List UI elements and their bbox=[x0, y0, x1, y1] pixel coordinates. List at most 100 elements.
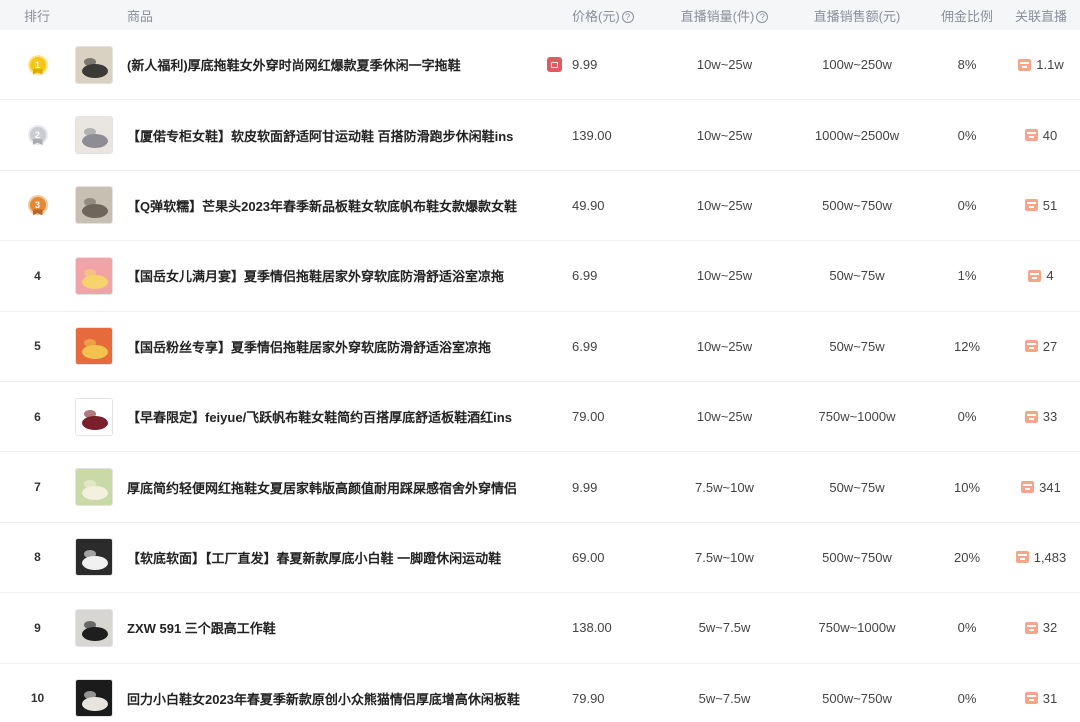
live-stream-icon bbox=[1024, 692, 1038, 705]
price: 79.00 bbox=[572, 409, 605, 425]
table-row[interactable]: 4 【国岳女儿满月宴】夏季情侣拖鞋居家外穿软底防滑舒适浴室凉拖 6.99 10w… bbox=[0, 241, 1080, 312]
rank-number: 6 bbox=[34, 409, 41, 424]
rank-number: 9 bbox=[34, 620, 41, 635]
price: 9.99 bbox=[572, 57, 598, 73]
header-rank: 排行 bbox=[24, 8, 51, 24]
commission-rate: 0% bbox=[957, 197, 977, 213]
product-thumbnail[interactable] bbox=[75, 538, 113, 577]
commission-rate: 20% bbox=[953, 549, 981, 565]
product-name[interactable]: 【国岳女儿满月宴】夏季情侣拖鞋居家外穿软底防滑舒适浴室凉拖 bbox=[127, 266, 504, 285]
price: 139.00 bbox=[572, 127, 612, 143]
gmv-range: 750w~1000w bbox=[818, 620, 896, 636]
rank-number: 8 bbox=[34, 550, 41, 565]
gmv-range: 500w~750w bbox=[822, 197, 892, 213]
header-commission[interactable]: 佣金比例 bbox=[932, 6, 1002, 25]
product-thumbnail[interactable] bbox=[75, 468, 113, 507]
related-live[interactable]: 27 bbox=[1002, 339, 1080, 354]
gmv-range: 100w~250w bbox=[822, 57, 892, 73]
sales-range: 10w~25w bbox=[696, 268, 753, 284]
product-name[interactable]: 回力小白鞋女2023年春夏季新款原创小众熊猫情侣厚底增高休闲板鞋 bbox=[127, 689, 520, 708]
product-thumbnail[interactable] bbox=[75, 116, 113, 155]
price: 9.99 bbox=[572, 479, 598, 495]
sales-range: 5w~7.5w bbox=[698, 620, 751, 636]
product-name[interactable]: 厚底简约轻便网红拖鞋女夏居家韩版高颜值耐用踩屎感宿舍外穿情侣 bbox=[127, 478, 517, 497]
product-name[interactable]: 【国岳粉丝专享】夏季情侣拖鞋居家外穿软底防滑舒适浴室凉拖 bbox=[127, 337, 491, 356]
silver-medal-icon: 2 bbox=[29, 125, 46, 146]
header-sales[interactable]: 直播销量(件)? bbox=[667, 6, 782, 25]
related-live[interactable]: 51 bbox=[1002, 198, 1080, 213]
related-live[interactable]: 4 bbox=[1002, 268, 1080, 283]
product-thumbnail[interactable] bbox=[75, 327, 113, 366]
rank-number: 7 bbox=[34, 480, 41, 495]
price: 69.00 bbox=[572, 549, 605, 565]
live-stream-icon bbox=[1024, 129, 1038, 142]
related-live[interactable]: 33 bbox=[1002, 409, 1080, 424]
product-thumbnail[interactable] bbox=[75, 397, 113, 436]
table-row[interactable]: 2 【厦偌专柜女鞋】软皮软面舒适阿甘运动鞋 百搭防滑跑步休闲鞋ins 139.0… bbox=[0, 100, 1080, 171]
live-stream-icon bbox=[1018, 58, 1032, 71]
sales-range: 7.5w~10w bbox=[695, 549, 754, 565]
gmv-range: 500w~750w bbox=[822, 690, 892, 706]
commission-rate: 8% bbox=[957, 57, 977, 73]
live-stream-icon bbox=[1024, 199, 1038, 212]
product-thumbnail[interactable] bbox=[75, 256, 113, 295]
header-price[interactable]: 价格(元)? bbox=[572, 6, 667, 25]
price: 6.99 bbox=[572, 338, 598, 354]
table-row[interactable]: 7 厚底简约轻便网红拖鞋女夏居家韩版高颜值耐用踩屎感宿舍外穿情侣 9.99 7.… bbox=[0, 452, 1080, 523]
table-row[interactable]: 8 【软底软面】【工厂直发】春夏新款厚底小白鞋 一脚蹬休闲运动鞋 69.00 7… bbox=[0, 522, 1080, 594]
commission-rate: 10% bbox=[953, 479, 981, 495]
live-stream-icon bbox=[1028, 269, 1042, 282]
product-name[interactable]: ZXW 591 三个跟高工作鞋 bbox=[127, 618, 276, 637]
table-row[interactable]: 3 【Q弹软糯】芒果头2023年春季新品板鞋女软底帆布鞋女款爆款女鞋 49.90… bbox=[0, 170, 1080, 242]
rank-number: 5 bbox=[34, 339, 41, 354]
live-stream-icon bbox=[1021, 481, 1035, 494]
live-stream-icon bbox=[1015, 551, 1029, 564]
gmv-range: 50w~75w bbox=[829, 268, 885, 284]
help-icon[interactable]: ? bbox=[756, 10, 769, 23]
related-live[interactable]: 40 bbox=[1002, 128, 1080, 143]
product-name[interactable]: 【早春限定】feiyue/飞跃帆布鞋女鞋简约百搭厚底舒适板鞋酒红ins bbox=[127, 407, 512, 426]
product-thumbnail[interactable] bbox=[75, 186, 113, 225]
product-thumbnail[interactable] bbox=[75, 679, 113, 718]
sales-range: 10w~25w bbox=[696, 409, 753, 425]
header-gmv[interactable]: 直播销售额(元) bbox=[782, 6, 932, 25]
related-live[interactable]: 31 bbox=[1002, 691, 1080, 706]
table-header: 排行 商品 价格(元)? 直播销量(件)? 直播销售额(元) 佣金比例 关联直播 bbox=[0, 0, 1080, 30]
table-row[interactable]: 1 (新人福利)厚底拖鞋女外穿时尚网红爆款夏季休闲一字拖鞋 9.99 10w~2… bbox=[0, 30, 1080, 101]
product-name[interactable]: (新人福利)厚底拖鞋女外穿时尚网红爆款夏季休闲一字拖鞋 bbox=[127, 55, 461, 74]
table-row[interactable]: 5 【国岳粉丝专享】夏季情侣拖鞋居家外穿软底防滑舒适浴室凉拖 6.99 10w~… bbox=[0, 311, 1080, 382]
table-row[interactable]: 9 ZXW 591 三个跟高工作鞋 138.00 5w~7.5w 750w~10… bbox=[0, 593, 1080, 664]
live-stream-icon bbox=[1024, 340, 1038, 353]
bronze-medal-icon: 3 bbox=[29, 195, 46, 216]
commission-rate: 12% bbox=[953, 338, 981, 354]
product-name[interactable]: 【Q弹软糯】芒果头2023年春季新品板鞋女软底帆布鞋女款爆款女鞋 bbox=[127, 196, 517, 215]
related-live[interactable]: 341 bbox=[1002, 480, 1080, 495]
header-product: 商品 bbox=[127, 8, 154, 24]
header-live[interactable]: 关联直播 bbox=[1002, 6, 1080, 25]
sales-range: 10w~25w bbox=[696, 338, 753, 354]
sales-range: 7.5w~10w bbox=[695, 479, 754, 495]
sales-range: 10w~25w bbox=[696, 57, 753, 73]
related-live[interactable]: 1,483 bbox=[1002, 550, 1080, 565]
gift-icon bbox=[547, 57, 562, 73]
product-name[interactable]: 【软底软面】【工厂直发】春夏新款厚底小白鞋 一脚蹬休闲运动鞋 bbox=[127, 548, 501, 567]
live-stream-icon bbox=[1024, 410, 1038, 423]
sales-range: 10w~25w bbox=[696, 197, 753, 213]
commission-rate: 0% bbox=[957, 409, 977, 425]
gold-medal-icon: 1 bbox=[29, 55, 46, 75]
related-live[interactable]: 1.1w bbox=[1002, 57, 1080, 72]
gmv-range: 500w~750w bbox=[822, 549, 892, 565]
sales-range: 5w~7.5w bbox=[698, 690, 751, 706]
product-ranking-table: 排行 商品 价格(元)? 直播销量(件)? 直播销售额(元) 佣金比例 关联直播… bbox=[0, 0, 1080, 722]
table-body: 1 (新人福利)厚底拖鞋女外穿时尚网红爆款夏季休闲一字拖鞋 9.99 10w~2… bbox=[0, 30, 1080, 722]
help-icon[interactable]: ? bbox=[621, 10, 634, 23]
rank-number: 4 bbox=[34, 268, 41, 283]
gmv-range: 50w~75w bbox=[829, 479, 885, 495]
product-name[interactable]: 【厦偌专柜女鞋】软皮软面舒适阿甘运动鞋 百搭防滑跑步休闲鞋ins bbox=[127, 126, 513, 145]
table-row[interactable]: 10 回力小白鞋女2023年春夏季新款原创小众熊猫情侣厚底增高休闲板鞋 79.9… bbox=[0, 663, 1080, 722]
table-row[interactable]: 6 【早春限定】feiyue/飞跃帆布鞋女鞋简约百搭厚底舒适板鞋酒红ins 79… bbox=[0, 381, 1080, 453]
gmv-range: 1000w~2500w bbox=[814, 127, 900, 143]
product-thumbnail[interactable] bbox=[75, 608, 113, 647]
product-thumbnail[interactable] bbox=[75, 45, 113, 84]
related-live[interactable]: 32 bbox=[1002, 620, 1080, 635]
